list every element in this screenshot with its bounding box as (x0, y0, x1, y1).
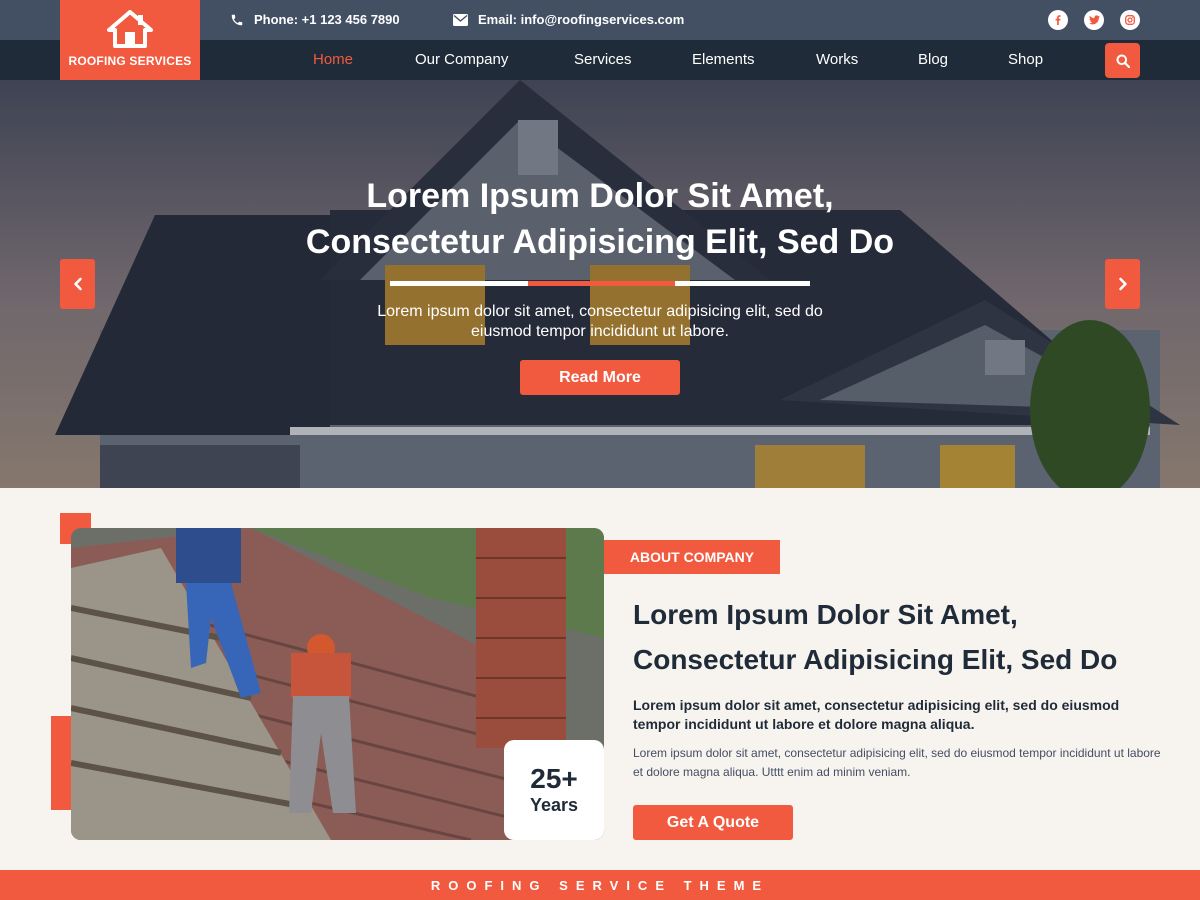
nav-item-our-company[interactable]: Our Company (415, 40, 508, 80)
contact-email[interactable]: Email: info@roofingservices.com (453, 12, 684, 27)
about-body-text: Lorem ipsum dolor sit amet, consectetur … (633, 746, 1161, 779)
site-logo[interactable]: ROOFING SERVICES (60, 0, 200, 80)
email-text: Email: info@roofingservices.com (478, 12, 685, 27)
hero-divider-segment (390, 281, 528, 286)
chevron-left-icon (73, 277, 82, 291)
facebook-icon (1055, 15, 1061, 25)
search-button[interactable] (1105, 43, 1140, 78)
search-icon (1116, 54, 1130, 68)
instagram-icon (1125, 15, 1135, 25)
phone-icon (231, 14, 243, 25)
about-title-line-2: Consectetur Adipisicing Elit, Sed Do (633, 644, 1118, 675)
read-more-button[interactable]: Read More (520, 360, 680, 395)
nav-item-home[interactable]: Home (313, 40, 353, 80)
instagram-link[interactable] (1120, 10, 1140, 30)
about-title: Lorem Ipsum Dolor Sit Amet, Consectetur … (633, 592, 1173, 682)
nav-item-elements[interactable]: Elements (692, 40, 755, 80)
years-experience-badge: 25+ Years (504, 740, 604, 840)
twitter-link[interactable] (1084, 10, 1104, 30)
hero-title-line-1: Lorem Ipsum Dolor Sit Amet, (366, 177, 834, 215)
years-label: Years (529, 795, 579, 815)
facebook-link[interactable] (1048, 10, 1068, 30)
get-a-quote-button[interactable]: Get A Quote (633, 805, 793, 840)
nav-item-blog[interactable]: Blog (918, 40, 948, 80)
hero-text-line-2: eiusmod tempor incididunt ut labore. (471, 323, 729, 340)
years-number: 25+ (530, 763, 578, 794)
about-company-badge: ABOUT COMPANY (604, 540, 780, 574)
hero-description: Lorem ipsum dolor sit amet, consectetur … (330, 302, 870, 342)
nav-item-services[interactable]: Services (574, 40, 632, 80)
about-lead-text: Lorem ipsum dolor sit amet, consectetur … (633, 697, 1120, 732)
theme-label-strip: ROOFING SERVICE THEME (0, 870, 1200, 900)
chevron-right-icon (1118, 277, 1127, 291)
slider-prev-button[interactable] (60, 259, 95, 309)
twitter-icon (1088, 15, 1100, 25)
hero-title-line-2: Consectetur Adipisicing Elit, Sed Do (305, 223, 895, 261)
logo-text: ROOFING SERVICES (68, 54, 192, 68)
hero-divider-segment (675, 281, 810, 286)
hero-text-line-1: Lorem ipsum dolor sit amet, consectetur … (377, 303, 823, 320)
house-icon (107, 10, 153, 48)
envelope-icon (453, 13, 468, 26)
nav-item-works[interactable]: Works (816, 40, 858, 80)
hero-slider: Lorem Ipsum Dolor Sit Amet, Consectetur … (0, 80, 1200, 488)
nav-item-shop[interactable]: Shop (1008, 40, 1043, 80)
about-title-line-1: Lorem Ipsum Dolor Sit Amet, (633, 599, 1018, 630)
decorative-bar (51, 716, 71, 810)
hero-divider-segment-accent (528, 281, 675, 286)
hero-divider (390, 281, 810, 286)
slider-next-button[interactable] (1105, 259, 1140, 309)
hero-title: Lorem Ipsum Dolor Sit Amet, Consectetur … (200, 173, 1000, 265)
contact-phone[interactable]: Phone: +1 123 456 7890 (230, 12, 400, 27)
phone-text: Phone: +1 123 456 7890 (254, 12, 400, 27)
